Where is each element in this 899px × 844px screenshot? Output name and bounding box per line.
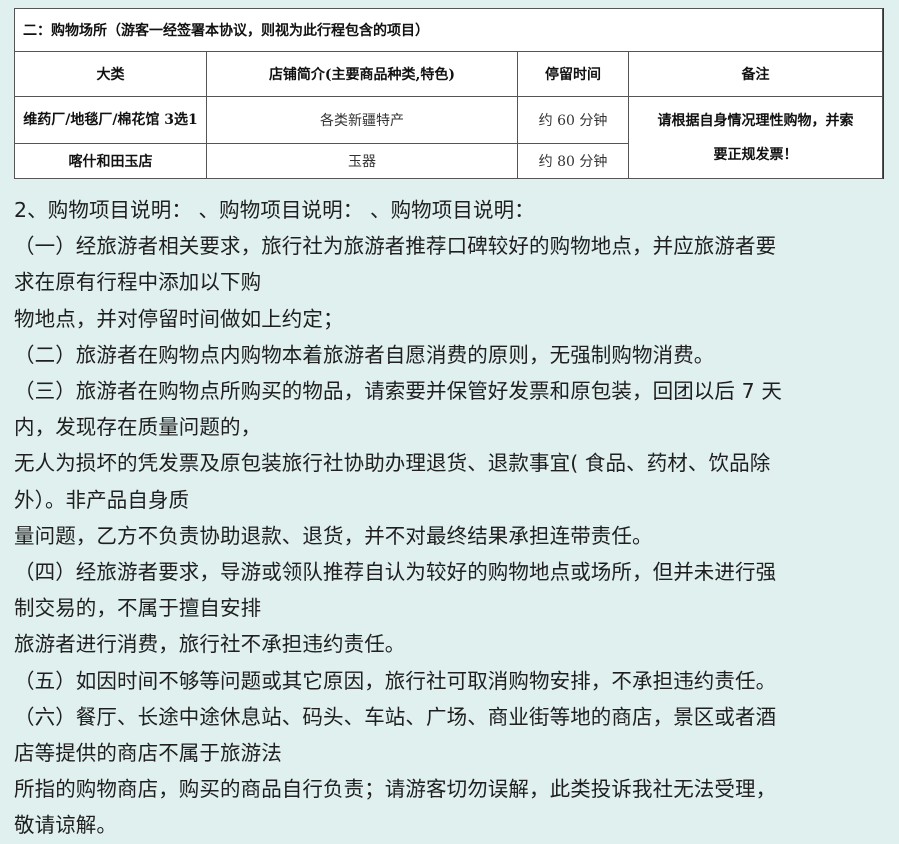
shopping-notes-text: 2、购物项目说明： 、购物项目说明： 、购物项目说明： （一）经旅游者相关要求，… [14, 192, 890, 844]
text-line: （一）经旅游者相关要求，旅行社为旅游者推荐口碑较好的购物地点，并应旅游者要 [14, 234, 777, 259]
text-line: 敬请谅解。 [14, 813, 117, 838]
cell-category: 喀什和田玉店 [14, 143, 207, 179]
header-stay-time: 停留时间 [517, 51, 629, 97]
cell-description: 玉器 [206, 143, 518, 179]
text-line: 旅游者进行消费，旅行社不承担违约责任。 [14, 632, 406, 657]
table-row: 维药厂/地毯厂/棉花馆 3选1 各类新疆特产 约 60 分钟 请根据自身情况理性… [14, 96, 883, 179]
text-line: （五）如因时间不够等问题或其它原因，旅行社可取消购物安排，不承担违约责任。 [14, 668, 777, 693]
cell-description: 各类新疆特产 [206, 96, 518, 144]
header-note: 备注 [628, 51, 883, 97]
text-line: （三）旅游者在购物点所购买的物品，请索要并保管好发票和原包装，回团以后 7 天 [14, 379, 782, 404]
header-description: 店铺简介(主要商品种类,特色) [206, 51, 518, 97]
header-category: 大类 [14, 51, 207, 97]
text-line: 2、购物项目说明： 、购物项目说明： 、购物项目说明： [14, 198, 535, 222]
text-line: 制交易的，不属于擅自安排 [14, 596, 262, 621]
cell-category: 维药厂/地毯厂/棉花馆 3选1 [14, 96, 207, 144]
shopping-table-container: 二：购物场所（游客一经签署本协议，则视为此行程包含的项目） 大类 店铺简介(主要… [14, 8, 884, 179]
cell-note: 请根据自身情况理性购物，并索 要正规发票！ [628, 96, 883, 179]
cell-stay-time: 约 60 分钟 [517, 96, 629, 144]
text-line: （六）餐厅、长途中途休息站、码头、车站、广场、商业街等地的商店，景区或者酒 [14, 704, 777, 729]
text-line: 无人为损坏的凭发票及原包装旅行社协助办理退货、退款事宜( 食品、药材、饮品除 [14, 451, 771, 476]
table-caption: 二：购物场所（游客一经签署本协议，则视为此行程包含的项目） [14, 8, 883, 52]
table-header-row: 大类 店铺简介(主要商品种类,特色) 停留时间 备注 [14, 51, 883, 97]
text-line: （二）旅游者在购物点内购物本着旅游者自愿消费的原则，无强制购物消费。 [14, 342, 715, 367]
cell-stay-time: 约 80 分钟 [517, 143, 629, 179]
note-line-2: 要正规发票！ [713, 146, 798, 163]
text-line: （四）经旅游者要求，导游或领队推荐自认为较好的购物地点或场所，但并未进行强 [14, 560, 777, 585]
page-top-strip [0, 0, 899, 8]
shopping-table: 二：购物场所（游客一经签署本协议，则视为此行程包含的项目） 大类 店铺简介(主要… [14, 8, 883, 179]
text-line: 量问题，乙方不负责协助退款、退货，并不对最终结果承担连带责任。 [14, 523, 653, 548]
table-caption-row: 二：购物场所（游客一经签署本协议，则视为此行程包含的项目） [14, 8, 883, 52]
text-line: 求在原有行程中添加以下购 [14, 270, 262, 295]
text-line: 物地点，并对停留时间做如上约定； [14, 306, 344, 331]
text-line: 内，发现存在质量问题的， [14, 415, 262, 440]
text-line: 店等提供的商店不属于旅游法 [14, 741, 282, 766]
note-line-1: 请根据自身情况理性购物，并索 [657, 112, 854, 129]
text-line: 外）。非产品自身质 [14, 487, 190, 512]
text-line: 所指的购物商店，购买的商品自行负责；请游客切勿误解，此类投诉我社无法受理， [14, 777, 777, 802]
